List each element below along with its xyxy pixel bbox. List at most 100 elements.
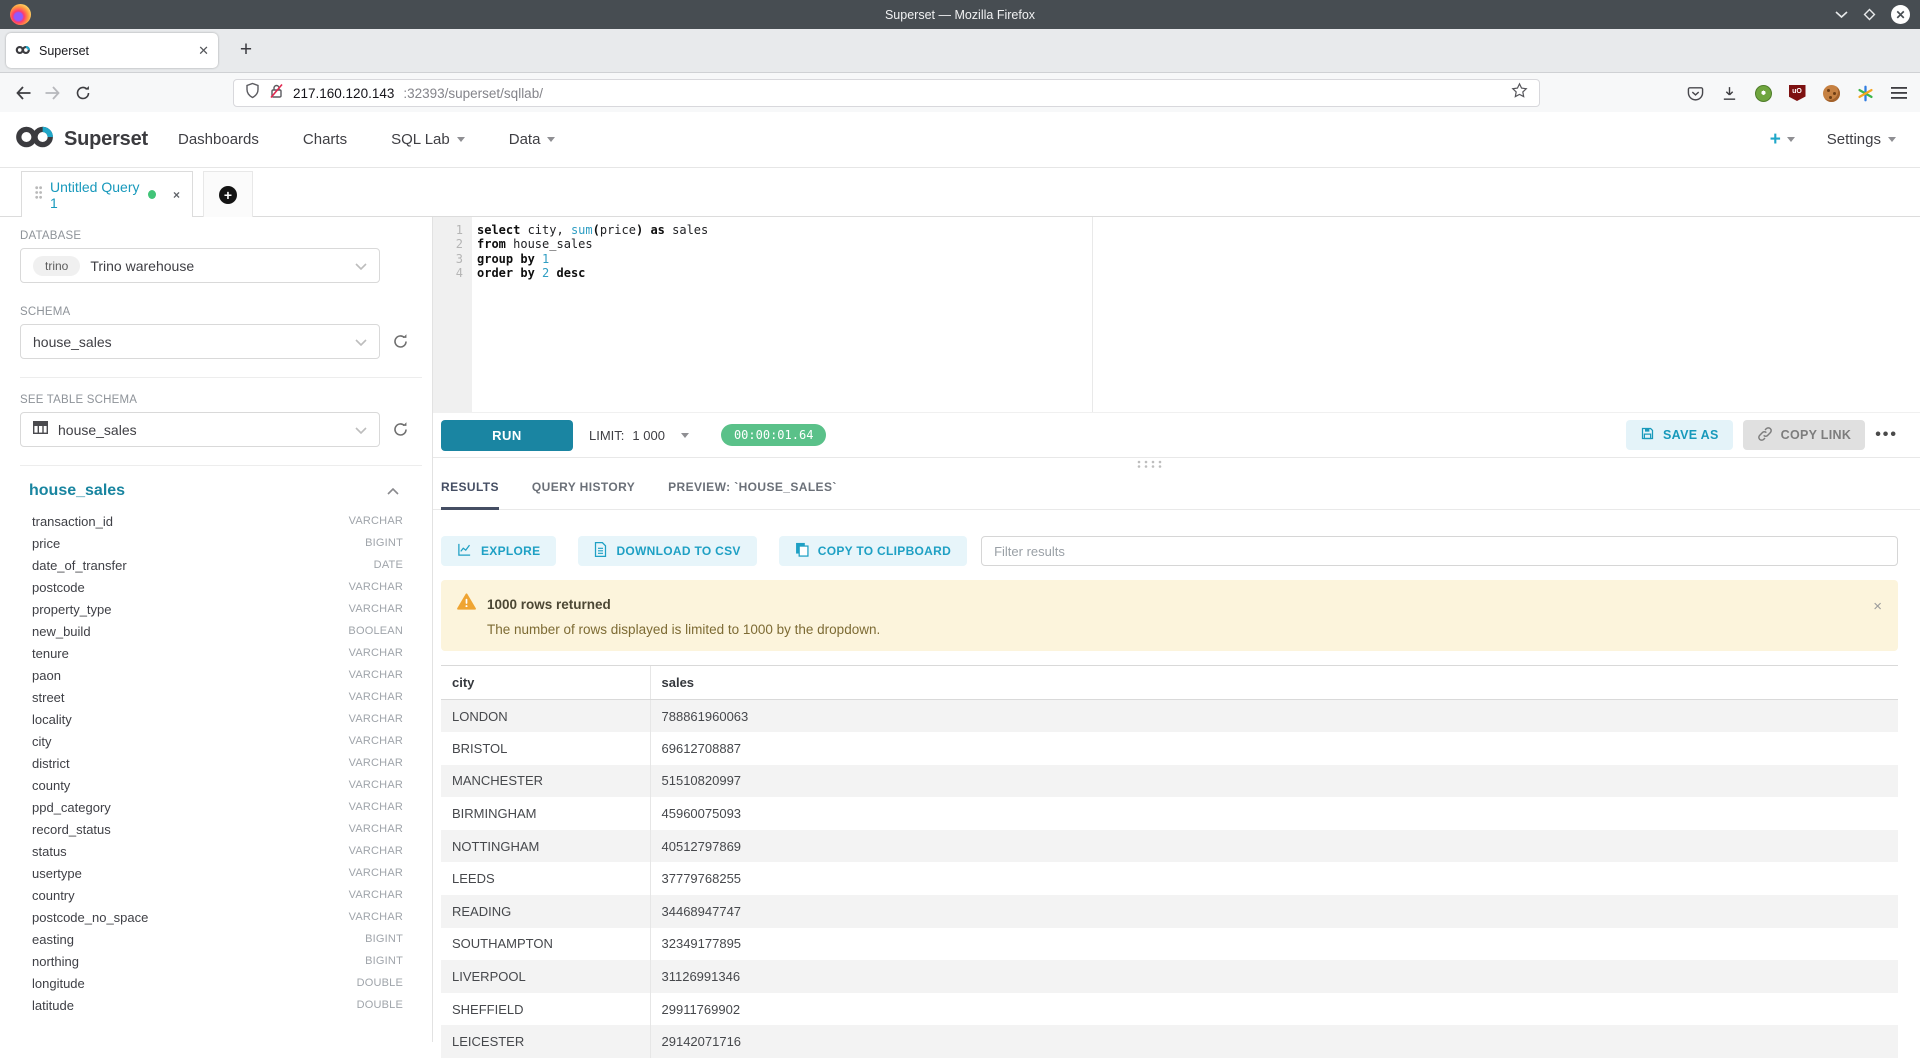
- table-row[interactable]: READING34468947747: [441, 895, 1898, 928]
- pocket-icon[interactable]: [1686, 84, 1704, 102]
- column-row[interactable]: postcodeVARCHAR: [32, 576, 403, 598]
- more-actions-button[interactable]: •••: [1875, 426, 1898, 444]
- forward-icon[interactable]: [38, 78, 68, 108]
- result-tab-results[interactable]: RESULTS: [441, 480, 499, 510]
- column-row[interactable]: date_of_transferDATE: [32, 554, 403, 576]
- result-tab-query-history[interactable]: QUERY HISTORY: [532, 480, 635, 510]
- schema-label: SCHEMA: [20, 306, 432, 318]
- column-row[interactable]: localityVARCHAR: [32, 708, 403, 730]
- table-row[interactable]: BRISTOL69612708887: [441, 732, 1898, 765]
- cookie-icon[interactable]: [1822, 84, 1840, 102]
- chart-line-icon: [457, 542, 472, 560]
- column-row[interactable]: eastingBIGINT: [32, 928, 403, 950]
- link-icon: [1757, 426, 1773, 445]
- table-row[interactable]: LEEDS37779768255: [441, 862, 1898, 895]
- tab-close-icon[interactable]: ✕: [198, 43, 209, 59]
- download-icon[interactable]: [1720, 84, 1738, 102]
- table-icon: [33, 421, 48, 439]
- results-table[interactable]: citysales LONDON788861960063BRISTOL69612…: [441, 665, 1898, 1058]
- column-name: property_type: [32, 602, 112, 617]
- maximize-icon[interactable]: [1863, 8, 1876, 21]
- download-to-csv-button[interactable]: DOWNLOAD TO CSV: [578, 536, 756, 566]
- new-tab-button[interactable]: +: [232, 36, 260, 64]
- browser-tab-title: Superset: [39, 44, 190, 58]
- minimize-icon[interactable]: [1835, 11, 1848, 19]
- menu-icon[interactable]: [1890, 84, 1908, 102]
- column-row[interactable]: priceBIGINT: [32, 532, 403, 554]
- column-row[interactable]: usertypeVARCHAR: [32, 862, 403, 884]
- explore-button[interactable]: EXPLORE: [441, 536, 556, 566]
- table-row[interactable]: SOUTHAMPTON32349177895: [441, 928, 1898, 961]
- table-select[interactable]: house_sales: [20, 412, 380, 447]
- settings-menu[interactable]: Settings: [1827, 131, 1896, 148]
- table-row[interactable]: LIVERPOOL31126991346: [441, 960, 1898, 993]
- add-query-tab-button[interactable]: +: [203, 171, 253, 217]
- table-name-heading[interactable]: house_sales: [29, 482, 125, 500]
- copy-to-clipboard-button[interactable]: COPY TO CLIPBOARD: [779, 536, 967, 566]
- table-row[interactable]: LONDON788861960063: [441, 700, 1898, 733]
- run-button[interactable]: RUN: [441, 420, 573, 451]
- table-row[interactable]: NOTTINGHAM40512797869: [441, 830, 1898, 863]
- result-tab-preview[interactable]: PREVIEW: `HOUSE_SALES`: [668, 480, 837, 510]
- table-row[interactable]: MANCHESTER51510820997: [441, 765, 1898, 798]
- superset-brand[interactable]: Superset: [14, 125, 148, 154]
- close-icon[interactable]: ✕: [1891, 5, 1910, 24]
- column-row[interactable]: cityVARCHAR: [32, 730, 403, 752]
- url-bar[interactable]: 217.160.120.143:32393/superset/sqllab/: [233, 79, 1540, 107]
- editor-code[interactable]: select city, sum(price) as salesfrom hou…: [472, 217, 1920, 412]
- column-row[interactable]: countyVARCHAR: [32, 774, 403, 796]
- table-row[interactable]: BIRMINGHAM45960075093: [441, 797, 1898, 830]
- results-col-header[interactable]: city: [441, 666, 650, 700]
- limit-dropdown[interactable]: LIMIT: 1 000: [589, 428, 689, 443]
- alert-close-icon[interactable]: ×: [1873, 598, 1882, 615]
- sql-editor[interactable]: 1234 select city, sum(price) as salesfro…: [433, 217, 1920, 412]
- database-select[interactable]: trino Trino warehouse: [20, 248, 380, 283]
- column-row[interactable]: countryVARCHAR: [32, 884, 403, 906]
- nav-item-charts[interactable]: Charts: [303, 131, 347, 148]
- table-row[interactable]: SHEFFIELD29911769902: [441, 993, 1898, 1026]
- column-row[interactable]: latitudeDOUBLE: [32, 994, 403, 1016]
- filter-results-input[interactable]: [981, 536, 1898, 566]
- results-col-header[interactable]: sales: [650, 666, 1898, 700]
- column-row[interactable]: new_buildBOOLEAN: [32, 620, 403, 642]
- column-row[interactable]: paonVARCHAR: [32, 664, 403, 686]
- lock-insecure-icon[interactable]: [269, 83, 284, 104]
- refresh-tables-icon[interactable]: [392, 421, 409, 438]
- nav-item-dashboards[interactable]: Dashboards: [178, 131, 259, 148]
- nav-item-sql-lab[interactable]: SQL Lab: [391, 131, 465, 148]
- query-timer-badge: 00:00:01.64: [721, 424, 826, 446]
- column-row[interactable]: streetVARCHAR: [32, 686, 403, 708]
- reload-icon[interactable]: [68, 78, 98, 108]
- column-row[interactable]: ppd_categoryVARCHAR: [32, 796, 403, 818]
- save-icon: [1640, 426, 1655, 444]
- ublock-icon[interactable]: uO: [1788, 84, 1806, 102]
- color-asterisk-icon[interactable]: [1856, 84, 1874, 102]
- drag-handle-icon[interactable]: [35, 186, 42, 204]
- browser-tab[interactable]: Superset ✕: [6, 33, 218, 68]
- query-tab[interactable]: Untitled Query 1 ×: [21, 171, 193, 217]
- column-row[interactable]: districtVARCHAR: [32, 752, 403, 774]
- shield-icon[interactable]: [245, 82, 260, 104]
- chevron-up-icon[interactable]: [387, 482, 399, 500]
- add-new-button[interactable]: +: [1770, 130, 1795, 149]
- bookmark-star-icon[interactable]: [1511, 82, 1528, 104]
- column-row[interactable]: property_typeVARCHAR: [32, 598, 403, 620]
- column-name: street: [32, 690, 65, 705]
- pane-resize-handle[interactable]: [1136, 455, 1162, 473]
- back-icon[interactable]: [8, 78, 38, 108]
- save-as-button[interactable]: SAVE AS: [1626, 420, 1733, 450]
- query-tab-close-icon[interactable]: ×: [173, 188, 180, 202]
- editor-gutter: 1234: [433, 217, 472, 412]
- column-row[interactable]: statusVARCHAR: [32, 840, 403, 862]
- column-row[interactable]: transaction_idVARCHAR: [32, 510, 403, 532]
- column-row[interactable]: record_statusVARCHAR: [32, 818, 403, 840]
- refresh-schemas-icon[interactable]: [392, 333, 409, 350]
- schema-select[interactable]: house_sales: [20, 324, 380, 359]
- nav-item-data[interactable]: Data: [509, 131, 556, 148]
- column-row[interactable]: northingBIGINT: [32, 950, 403, 972]
- privacy-badger-icon[interactable]: [1754, 84, 1772, 102]
- column-row[interactable]: longitudeDOUBLE: [32, 972, 403, 994]
- column-row[interactable]: postcode_no_spaceVARCHAR: [32, 906, 403, 928]
- copy-link-button[interactable]: COPY LINK: [1743, 420, 1866, 450]
- column-row[interactable]: tenureVARCHAR: [32, 642, 403, 664]
